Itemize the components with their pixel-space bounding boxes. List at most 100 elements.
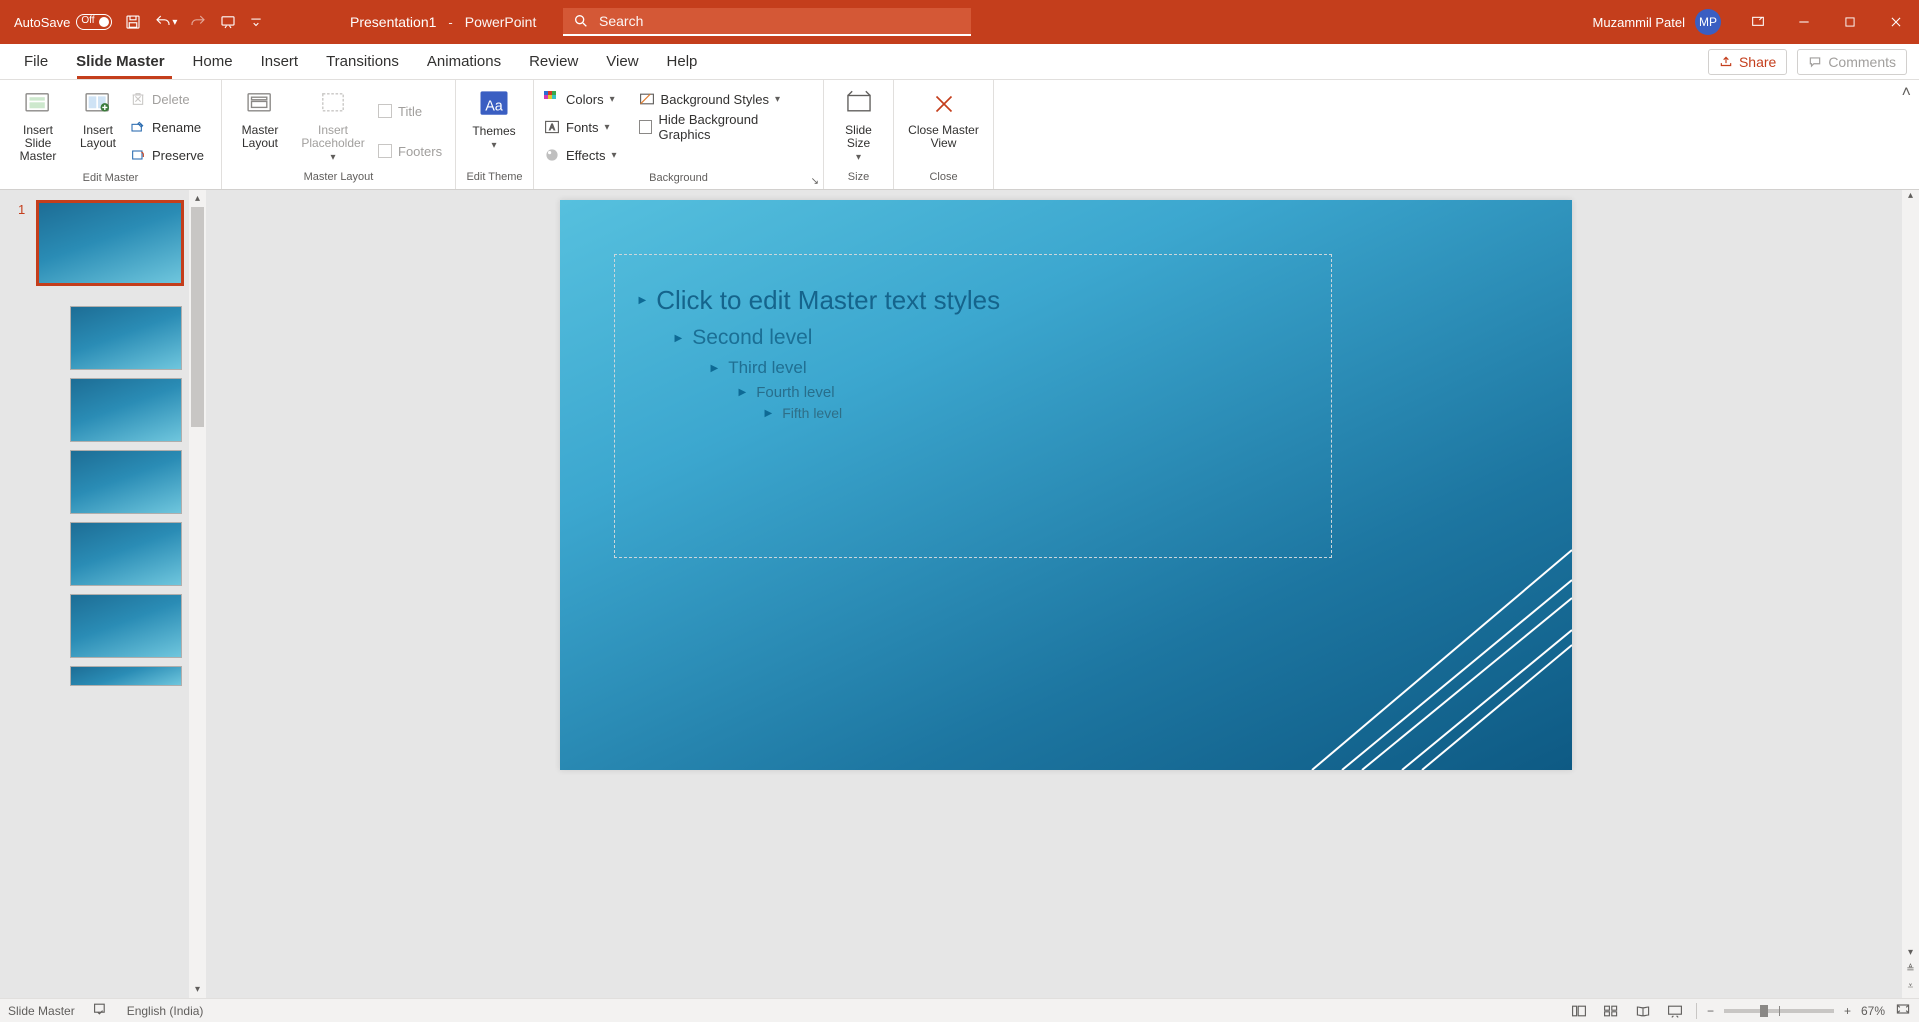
thumbnail-layout-4[interactable] [70,522,182,586]
tell-me-search[interactable] [563,8,971,36]
background-dialog-launcher[interactable]: ↘ [811,176,819,187]
effects-button[interactable]: Effects▾ [540,142,621,168]
group-label-size: Size [824,171,893,189]
bullet-icon: ▶ [711,363,719,374]
spellcheck-icon[interactable] [93,1002,109,1019]
tab-home[interactable]: Home [179,44,247,80]
tab-animations[interactable]: Animations [413,44,515,80]
canvas-scrollbar[interactable]: ▴ ▾ ≜ ⩡ [1902,190,1919,998]
slide-master-canvas[interactable]: ▶ Click to edit Master text styles ▶ Secon… [560,200,1572,770]
qat-customize-button[interactable] [243,0,269,44]
tab-insert[interactable]: Insert [247,44,313,80]
scroll-up-button[interactable]: ▴ [1902,190,1919,207]
thumbnail-layout-3[interactable] [70,450,182,514]
title-checkbox: Title [374,98,446,124]
fonts-button[interactable]: AFonts▾ [540,114,621,140]
insert-slide-master-button[interactable]: Insert Slide Master [6,84,70,166]
slide-size-icon [842,87,876,121]
rename-button[interactable]: Rename [126,114,208,140]
scroll-up-button[interactable]: ▴ [189,190,206,207]
tab-review[interactable]: Review [515,44,592,80]
tab-transitions[interactable]: Transitions [312,44,413,80]
text-level-5[interactable]: Fifth level [782,405,842,421]
slideshow-view-button[interactable] [1664,1001,1686,1021]
bullet-icon: ▶ [765,408,773,419]
collapse-ribbon-button[interactable]: ˄ [1902,84,1911,102]
tab-file[interactable]: File [10,44,62,80]
text-level-1[interactable]: Click to edit Master text styles [656,285,1000,316]
user-name[interactable]: Muzammil Patel [1583,15,1695,30]
text-level-4[interactable]: Fourth level [756,384,834,401]
share-button[interactable]: Share [1708,49,1787,75]
close-window-button[interactable] [1873,0,1919,44]
delete-button: Delete [126,86,208,112]
reading-view-button[interactable] [1632,1001,1654,1021]
slide-thumbnails-pane[interactable]: 1 ▴ ▾ [0,190,206,998]
scroll-down-button[interactable]: ▾ [1902,947,1919,964]
close-master-view-button[interactable]: Close Master View [900,84,987,152]
themes-icon: Aa [476,86,512,122]
thumbnail-layout-1[interactable] [70,306,182,370]
zoom-in-button[interactable]: + [1844,1004,1851,1018]
previous-slide-button[interactable]: ≜ [1902,964,1919,981]
thumbnail-layout-2[interactable] [70,378,182,442]
bg-styles-icon [639,91,655,107]
hide-background-graphics-checkbox[interactable]: Hide Background Graphics [635,114,817,140]
search-input[interactable] [599,13,961,29]
thumbnail-layout-6[interactable] [70,666,182,686]
zoom-slider[interactable] [1724,1009,1834,1013]
tab-view[interactable]: View [592,44,652,80]
normal-view-button[interactable] [1568,1001,1590,1021]
autosave-toggle[interactable]: AutoSave Off [8,0,118,44]
user-avatar[interactable]: MP [1695,9,1721,35]
text-level-3[interactable]: Third level [728,358,806,378]
next-slide-button[interactable]: ⩡ [1902,981,1919,998]
slide-canvas-area[interactable]: ▶ Click to edit Master text styles ▶ Secon… [212,190,1919,998]
slide-sorter-view-button[interactable] [1600,1001,1622,1021]
colors-icon [544,91,560,107]
colors-button[interactable]: Colors▾ [540,86,621,112]
redo-button[interactable] [183,0,213,44]
thumbnail-scrollbar[interactable]: ▴ ▾ [189,190,206,998]
zoom-level[interactable]: 67% [1861,1004,1885,1018]
themes-button[interactable]: Aa Themes▾ [462,84,526,153]
start-from-beginning-button[interactable] [213,0,243,44]
group-label-edit-master: Edit Master [0,172,221,189]
fit-to-window-button[interactable] [1895,1002,1911,1019]
checkbox-icon [378,104,392,118]
background-styles-button[interactable]: Background Styles▾ [635,86,817,112]
comments-button[interactable]: Comments [1797,49,1907,75]
text-level-2[interactable]: Second level [692,326,812,350]
zoom-out-button[interactable]: − [1707,1004,1714,1018]
status-language[interactable]: English (India) [127,1004,204,1018]
layout-icon [81,87,115,121]
maximize-button[interactable] [1827,0,1873,44]
slide-master-icon [21,87,55,121]
tab-slide-master[interactable]: Slide Master [62,44,178,80]
thumbnail-master[interactable] [36,200,184,286]
tab-help[interactable]: Help [653,44,712,80]
preserve-button[interactable]: Preserve [126,142,208,168]
insert-layout-button[interactable]: Insert Layout [70,84,126,152]
group-label-master-layout: Master Layout [222,171,455,189]
insert-placeholder-button: Insert Placeholder▾ [292,84,374,165]
master-layout-button[interactable]: Master Layout [228,84,292,152]
save-button[interactable] [118,0,148,44]
content-placeholder[interactable]: ▶ Click to edit Master text styles ▶ Secon… [614,254,1332,558]
undo-button[interactable]: ▾ [148,0,183,44]
effects-icon [544,147,560,163]
comments-icon [1808,55,1822,69]
checkbox-icon [378,144,392,158]
scroll-thumb[interactable] [191,207,204,427]
minimize-button[interactable] [1781,0,1827,44]
slide-size-button[interactable]: Slide Size▾ [830,84,887,165]
thumbnail-layout-5[interactable] [70,594,182,658]
status-mode[interactable]: Slide Master [8,1004,75,1018]
ribbon-display-options-button[interactable] [1735,0,1781,44]
ribbon-tabs: File Slide Master Home Insert Transition… [0,44,1919,80]
bullet-icon: ▶ [675,333,683,344]
bullet-icon: ▶ [739,387,747,398]
fonts-icon: A [544,119,560,135]
scroll-down-button[interactable]: ▾ [189,981,206,998]
footers-checkbox: Footers [374,138,446,164]
